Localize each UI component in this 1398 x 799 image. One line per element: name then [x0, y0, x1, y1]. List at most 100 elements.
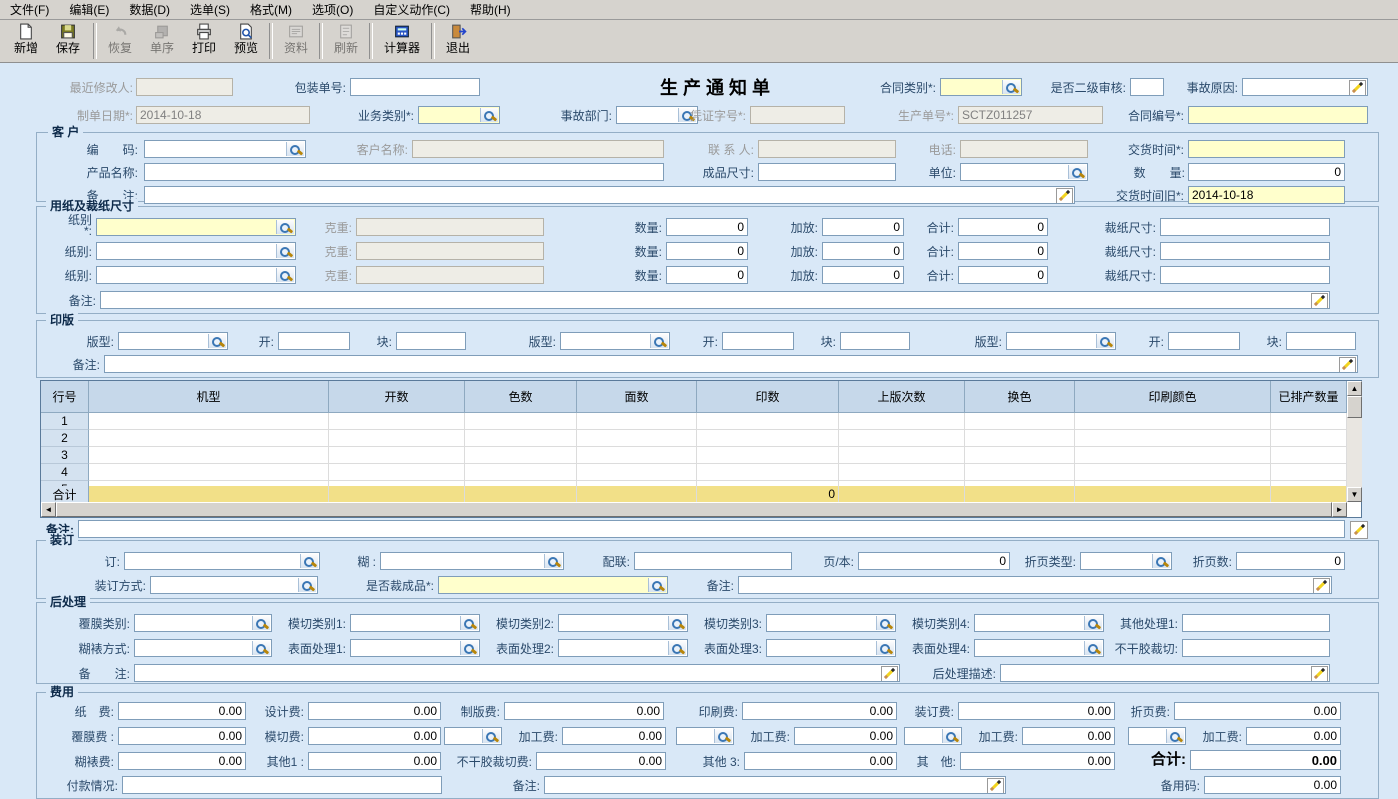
lookup-icon[interactable] [668, 616, 686, 630]
binding-method-field[interactable] [150, 576, 318, 594]
paper-cut-field[interactable] [1160, 242, 1330, 260]
process3-fee-field[interactable]: 0.00 [1022, 727, 1115, 745]
edit-pencil-icon[interactable] [881, 666, 898, 682]
table-row[interactable]: 3 [41, 447, 1361, 464]
lookup-icon[interactable] [876, 641, 894, 655]
binding-remark-field[interactable] [738, 576, 1332, 594]
fees-remark-field[interactable] [544, 776, 1006, 794]
save-button[interactable]: 保存 [48, 21, 88, 61]
plate-fee-field[interactable]: 0.00 [504, 702, 664, 720]
process4-fee-field[interactable]: 0.00 [1246, 727, 1341, 745]
diecut4-field[interactable] [974, 614, 1104, 632]
lookup-icon[interactable] [300, 554, 318, 568]
lookup-icon[interactable] [482, 729, 500, 743]
other-process1-field[interactable] [1182, 614, 1330, 632]
lookup-icon[interactable] [942, 729, 960, 743]
cut-product-field[interactable] [438, 576, 668, 594]
v-scroll-thumb[interactable] [1347, 396, 1362, 418]
customer-code-field[interactable] [144, 140, 306, 158]
lookup-icon[interactable] [252, 616, 270, 630]
edit-pencil-icon[interactable] [1311, 293, 1328, 309]
process1-fee-field[interactable]: 0.00 [562, 727, 666, 745]
edit-pencil-icon[interactable] [1350, 521, 1368, 539]
lookup-icon[interactable] [276, 268, 294, 282]
paper-total-field[interactable]: 0 [958, 266, 1048, 284]
plate-block-field[interactable] [396, 332, 466, 350]
process1-type-field[interactable] [444, 727, 502, 745]
scroll-up-icon[interactable]: ▲ [1347, 381, 1362, 396]
lookup-icon[interactable] [668, 641, 686, 655]
edit-pencil-icon[interactable] [1339, 357, 1356, 373]
mount-method-field[interactable] [134, 639, 272, 657]
paper-add-field[interactable]: 0 [822, 218, 904, 236]
paper-type-field[interactable] [96, 218, 296, 236]
mount-fee-field[interactable]: 0.00 [118, 752, 246, 770]
accident-reason-field[interactable] [1242, 78, 1368, 96]
lookup-icon[interactable] [1084, 616, 1102, 630]
plate-block-field[interactable] [840, 332, 910, 350]
staple-field[interactable] [124, 552, 320, 570]
sticker-fee-field[interactable]: 0.00 [536, 752, 666, 770]
plate-type-field[interactable] [118, 332, 228, 350]
payment-field[interactable] [122, 776, 442, 794]
lookup-icon[interactable] [276, 220, 294, 234]
glue-field[interactable] [380, 552, 564, 570]
paper-qty-field[interactable]: 0 [666, 242, 748, 260]
product-size-field[interactable] [758, 163, 896, 181]
paper-total-field[interactable]: 0 [958, 218, 1048, 236]
surface4-field[interactable] [974, 639, 1104, 657]
plate-remark-field[interactable] [104, 355, 1358, 373]
package-no-field[interactable] [350, 78, 480, 96]
paper-add-field[interactable]: 0 [822, 242, 904, 260]
paper-add-field[interactable]: 0 [822, 266, 904, 284]
plate-type-field[interactable] [560, 332, 670, 350]
menu-format[interactable]: 格式(M) [240, 0, 302, 19]
lookup-icon[interactable] [714, 729, 732, 743]
lookup-icon[interactable] [648, 578, 666, 592]
quantity-field[interactable]: 0 [1188, 163, 1345, 181]
lookup-icon[interactable] [1002, 80, 1020, 94]
contract-type-field[interactable] [940, 78, 1022, 96]
postprocess-remark-field[interactable] [134, 664, 900, 682]
edit-pencil-icon[interactable] [1311, 666, 1328, 682]
plate-open-field[interactable] [722, 332, 794, 350]
process3-type-field[interactable] [904, 727, 962, 745]
paper-type-field[interactable] [96, 242, 296, 260]
plate-open-field[interactable] [278, 332, 350, 350]
collate-field[interactable] [634, 552, 792, 570]
print-fee-field[interactable]: 0.00 [742, 702, 897, 720]
preview-button[interactable]: 预览 [226, 21, 266, 61]
lookup-icon[interactable] [650, 334, 668, 348]
table-row[interactable]: 1 [41, 413, 1361, 430]
surface2-field[interactable] [558, 639, 688, 657]
fold-type-field[interactable] [1080, 552, 1172, 570]
lookup-icon[interactable] [1152, 554, 1170, 568]
lookup-icon[interactable] [480, 108, 498, 122]
paper-fee-field[interactable]: 0.00 [118, 702, 246, 720]
delivery-time-field[interactable] [1188, 140, 1345, 158]
plate-block-field[interactable] [1286, 332, 1356, 350]
contract-no-field[interactable] [1188, 106, 1368, 124]
plate-open-field[interactable] [1168, 332, 1240, 350]
paper-total-field[interactable]: 0 [958, 242, 1048, 260]
sticker-cut-field[interactable] [1182, 639, 1330, 657]
edit-pencil-icon[interactable] [987, 778, 1004, 794]
process2-fee-field[interactable]: 0.00 [794, 727, 897, 745]
paper-remark-field[interactable] [100, 291, 1330, 309]
menu-help[interactable]: 帮助(H) [460, 0, 521, 19]
other1-fee-field[interactable]: 0.00 [308, 752, 441, 770]
menu-custom-action[interactable]: 自定义动作(C) [363, 0, 460, 19]
diecut1-field[interactable] [350, 614, 480, 632]
film-fee-field[interactable]: 0.00 [118, 727, 246, 745]
unit-field[interactable] [960, 163, 1088, 181]
plate-type-field[interactable] [1006, 332, 1116, 350]
lookup-icon[interactable] [276, 244, 294, 258]
lookup-icon[interactable] [1068, 165, 1086, 179]
lookup-icon[interactable] [208, 334, 226, 348]
customer-remark-field[interactable] [144, 186, 1075, 204]
surface3-field[interactable] [766, 639, 896, 657]
other-fee-field[interactable]: 0.00 [960, 752, 1115, 770]
scroll-right-icon[interactable]: ► [1332, 502, 1347, 517]
menu-form[interactable]: 选单(S) [180, 0, 240, 19]
process2-type-field[interactable] [676, 727, 734, 745]
